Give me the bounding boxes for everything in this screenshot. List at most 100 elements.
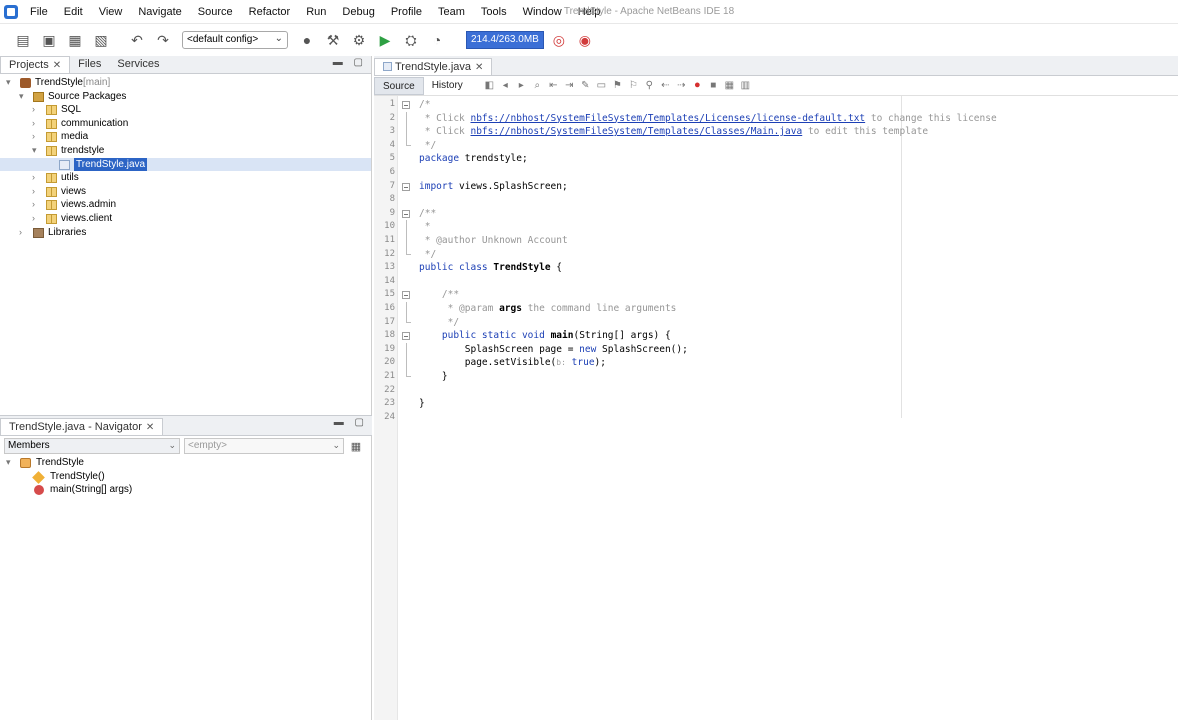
- gc-icon[interactable]: ◎: [548, 29, 570, 51]
- shift-left-icon[interactable]: ⇠: [659, 79, 672, 92]
- memory-indicator[interactable]: 214.4/263.0MB: [466, 31, 544, 49]
- expanded-toggle-icon[interactable]: ▾: [19, 90, 24, 104]
- tree-item[interactable]: › SQL: [0, 103, 371, 117]
- tab-trendstyle-java[interactable]: TrendStyle.java ✕: [374, 58, 493, 75]
- chevron-down-icon: ⌄: [332, 440, 340, 450]
- clean-build-icon[interactable]: ⚙: [348, 29, 370, 51]
- tree-item[interactable]: TrendStyle.java: [0, 157, 371, 172]
- tree-item[interactable]: › views: [0, 185, 371, 199]
- code-text: */: [419, 139, 437, 151]
- debug-icon[interactable]: ⛭: [400, 29, 422, 51]
- fold-toggle-icon[interactable]: [402, 101, 410, 109]
- collapsed-toggle-icon[interactable]: ›: [32, 185, 35, 199]
- code-text: * Click nbfs://nbhost/SystemFileSystem/T…: [419, 126, 929, 138]
- navigator-options-icon[interactable]: ▦: [348, 438, 364, 454]
- close-icon[interactable]: ✕: [475, 62, 483, 73]
- config-select[interactable]: <default config> ⌄: [182, 31, 288, 49]
- line-number: 20: [384, 357, 395, 368]
- expanded-toggle-icon[interactable]: ▾: [6, 76, 11, 90]
- shift-right-icon[interactable]: ⇢: [675, 79, 688, 92]
- tree-item[interactable]: ▾ trendstyle: [0, 144, 371, 158]
- uncomment-icon[interactable]: ▥: [739, 79, 752, 92]
- prev-bookmark-icon[interactable]: ⚑: [611, 79, 624, 92]
- find-icon[interactable]: ⌕: [531, 79, 544, 92]
- toggle-bookmark-icon[interactable]: ⚲: [643, 79, 656, 92]
- collapsed-toggle-icon[interactable]: ›: [32, 103, 35, 117]
- tab-files[interactable]: Files: [70, 56, 109, 73]
- tree-item[interactable]: › communication: [0, 117, 371, 131]
- forward-icon[interactable]: ▸: [515, 79, 528, 92]
- close-icon[interactable]: ✕: [53, 60, 61, 71]
- collapsed-toggle-icon[interactable]: ›: [32, 171, 35, 185]
- code-line: 11 * @author Unknown Account: [374, 234, 1178, 248]
- editor-toolbar: Source History ◧ ◂ ▸ ⌕ ⇤ ⇥ ✎ ▭ ⚑ ⚐ ⚲ ⇠ ⇢…: [374, 76, 1178, 96]
- run-icon[interactable]: ▶: [374, 29, 396, 51]
- tab-history[interactable]: History: [424, 77, 471, 95]
- tree-item[interactable]: › views.client: [0, 212, 371, 226]
- toggle-highlight-icon[interactable]: ✎: [579, 79, 592, 92]
- redo-icon[interactable]: ↷: [152, 29, 174, 51]
- code-editor[interactable]: 1/* 2 * Click nbfs://nbhost/SystemFileSys…: [374, 96, 1178, 720]
- next-bookmark-icon[interactable]: ⚐: [627, 79, 640, 92]
- profile-icon[interactable]: ◔: [426, 29, 448, 51]
- collapsed-toggle-icon[interactable]: ›: [32, 130, 35, 144]
- fold-guide: [406, 356, 407, 370]
- members-filter-select[interactable]: Members ⌄: [4, 438, 180, 454]
- new-project-icon[interactable]: ▣: [38, 29, 60, 51]
- navigator-item[interactable]: ▾ TrendStyle: [0, 456, 372, 470]
- tree-item[interactable]: › media: [0, 130, 371, 144]
- fold-guide: [406, 302, 407, 316]
- navigator-item[interactable]: main(String[] args): [0, 483, 372, 497]
- tree-item[interactable]: › utils: [0, 171, 371, 185]
- code-text: /**: [441, 289, 460, 301]
- minimize-icon[interactable]: ▬ ▢: [334, 417, 368, 428]
- main-toolbar: ▤ ▣ ▦ ▧ ↶ ↷ <default config> ⌄ ● ⚒ ⚙ ▶ ⛭…: [0, 24, 1178, 56]
- line-number: 14: [384, 275, 395, 286]
- back-icon[interactable]: ◂: [499, 79, 512, 92]
- tree-item[interactable]: › Libraries: [0, 226, 371, 240]
- new-file-icon[interactable]: ▤: [12, 29, 34, 51]
- last-edit-icon[interactable]: ◧: [483, 79, 496, 92]
- tree-item-label: trendstyle: [61, 144, 105, 156]
- tab-navigator[interactable]: TrendStyle.java - Navigator ✕: [0, 418, 164, 435]
- tab-services[interactable]: Services: [109, 56, 167, 73]
- tree-item[interactable]: ▾ Source Packages: [0, 90, 371, 104]
- tab-source[interactable]: Source: [374, 76, 424, 95]
- tree-item[interactable]: ▾ TrendStyle [main]: [0, 76, 371, 90]
- tab-projects[interactable]: Projects ✕: [0, 56, 71, 73]
- navigator-item[interactable]: TrendStyle(): [0, 470, 372, 484]
- package-icon: [46, 186, 57, 197]
- comment-icon[interactable]: ▦: [723, 79, 736, 92]
- find-next-icon[interactable]: ⇥: [563, 79, 576, 92]
- fold-toggle-icon[interactable]: [402, 291, 410, 300]
- method-icon: [34, 485, 44, 496]
- globe-icon[interactable]: ●: [296, 29, 318, 51]
- expanded-toggle-icon[interactable]: ▾: [32, 144, 37, 158]
- fold-toggle-icon[interactable]: [402, 209, 410, 218]
- open-project-icon[interactable]: ▦: [64, 29, 86, 51]
- fold-guide: [406, 234, 407, 248]
- profiler-snapshot-icon[interactable]: ◉: [574, 29, 596, 51]
- minimize-icon[interactable]: ▬ ▢: [333, 57, 367, 68]
- package-icon: [46, 145, 57, 156]
- fold-toggle-icon[interactable]: [402, 332, 410, 341]
- build-hammer-icon[interactable]: ⚒: [322, 29, 344, 51]
- chevron-down-icon: ⌄: [168, 440, 176, 450]
- close-icon[interactable]: ✕: [146, 422, 154, 433]
- collapsed-toggle-icon[interactable]: ›: [19, 226, 22, 240]
- close-project-icon[interactable]: ▧: [90, 29, 112, 51]
- tree-item-label: utils: [61, 172, 79, 184]
- line-number: 18: [384, 330, 395, 341]
- member-select[interactable]: <empty> ⌄: [184, 438, 344, 454]
- undo-icon[interactable]: ↶: [126, 29, 148, 51]
- collapsed-toggle-icon[interactable]: ›: [32, 212, 35, 226]
- fold-toggle-icon[interactable]: [402, 182, 410, 191]
- record-macro-icon[interactable]: ●: [691, 79, 704, 92]
- collapsed-toggle-icon[interactable]: ›: [32, 198, 35, 212]
- collapsed-toggle-icon[interactable]: ›: [32, 117, 35, 131]
- stop-macro-icon[interactable]: ■: [707, 79, 720, 92]
- tree-item[interactable]: › views.admin: [0, 198, 371, 212]
- find-prev-icon[interactable]: ⇤: [547, 79, 560, 92]
- expanded-toggle-icon[interactable]: ▾: [6, 456, 11, 470]
- toggle-rect-icon[interactable]: ▭: [595, 79, 608, 92]
